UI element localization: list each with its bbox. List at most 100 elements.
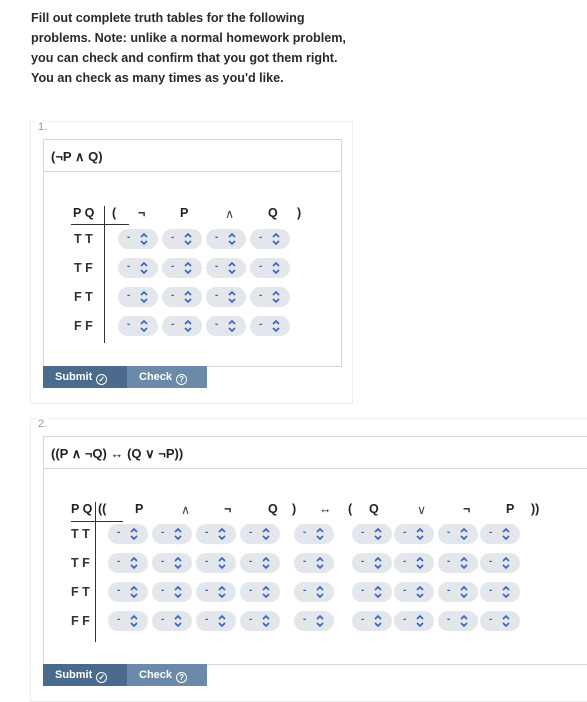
truth-value-select[interactable]: - bbox=[480, 524, 520, 544]
truth-value-select[interactable]: - bbox=[206, 316, 246, 336]
truth-value-select[interactable]: - bbox=[162, 258, 202, 278]
help-circle-icon: ? bbox=[176, 374, 188, 385]
chevron-updown-icon bbox=[218, 585, 226, 599]
truth-value-select[interactable]: - bbox=[118, 229, 158, 249]
truth-value-select[interactable]: - bbox=[240, 553, 280, 573]
truth-value-select[interactable]: - bbox=[152, 582, 192, 602]
submit-button[interactable]: Submit ✓ bbox=[43, 366, 127, 388]
chevron-updown-icon bbox=[460, 527, 468, 541]
select-value: - bbox=[127, 319, 131, 330]
instructions-text: Fill out complete truth tables for the f… bbox=[31, 11, 346, 85]
chevron-updown-icon bbox=[184, 232, 192, 246]
truth-value-select[interactable]: - bbox=[108, 611, 148, 631]
chevron-updown-icon bbox=[272, 319, 280, 333]
truth-value-select[interactable]: - bbox=[162, 287, 202, 307]
select-value: - bbox=[403, 614, 407, 625]
truth-value-select[interactable]: - bbox=[394, 524, 434, 544]
truth-value-select[interactable]: - bbox=[206, 258, 246, 278]
truth-value-select[interactable]: - bbox=[294, 524, 334, 544]
truth-value-select[interactable]: - bbox=[152, 553, 192, 573]
truth-value-select[interactable]: - bbox=[480, 553, 520, 573]
truth-table-card: (¬P ∧ Q) P Q ( ¬ P ∧ Q ) T T----T F----F… bbox=[43, 139, 342, 367]
check-button[interactable]: Check? bbox=[127, 664, 207, 686]
check-button[interactable]: Check? bbox=[127, 366, 207, 388]
chevron-updown-icon bbox=[130, 556, 138, 570]
select-value: - bbox=[249, 585, 253, 596]
help-circle-icon: ? bbox=[176, 672, 188, 683]
truth-value-select[interactable]: - bbox=[394, 553, 434, 573]
select-value: - bbox=[361, 527, 365, 538]
truth-value-select[interactable]: - bbox=[196, 553, 236, 573]
truth-value-select[interactable]: - bbox=[438, 524, 478, 544]
truth-value-select[interactable]: - bbox=[196, 611, 236, 631]
truth-value-select[interactable]: - bbox=[352, 524, 392, 544]
truth-value-select[interactable]: - bbox=[196, 524, 236, 544]
truth-value-select[interactable]: - bbox=[206, 229, 246, 249]
truth-value-select[interactable]: - bbox=[294, 611, 334, 631]
truth-value-select[interactable]: - bbox=[162, 229, 202, 249]
truth-value-select[interactable]: - bbox=[438, 611, 478, 631]
truth-value-select[interactable]: - bbox=[118, 287, 158, 307]
select-value: - bbox=[489, 614, 493, 625]
chevron-updown-icon bbox=[316, 585, 324, 599]
select-value: - bbox=[249, 556, 253, 567]
chevron-updown-icon bbox=[140, 319, 148, 333]
chevron-updown-icon bbox=[316, 614, 324, 628]
truth-value-select[interactable]: - bbox=[206, 287, 246, 307]
truth-value-select[interactable]: - bbox=[108, 553, 148, 573]
truth-value-select[interactable]: - bbox=[352, 582, 392, 602]
chevron-updown-icon bbox=[460, 585, 468, 599]
truth-value-select[interactable]: - bbox=[152, 611, 192, 631]
header-symbol: ∧ bbox=[225, 207, 235, 221]
row-values: T F bbox=[71, 556, 90, 570]
select-value: - bbox=[127, 261, 131, 272]
truth-value-select[interactable]: - bbox=[438, 553, 478, 573]
truth-value-select[interactable]: - bbox=[240, 582, 280, 602]
chevron-updown-icon bbox=[416, 614, 424, 628]
submit-button[interactable]: Submit ✓ bbox=[43, 664, 127, 686]
header-symbol: ∧ bbox=[181, 503, 191, 517]
truth-value-select[interactable]: - bbox=[250, 316, 290, 336]
truth-value-select[interactable]: - bbox=[294, 553, 334, 573]
truth-value-select[interactable]: - bbox=[480, 611, 520, 631]
check-circle-icon: ✓ bbox=[96, 672, 108, 683]
truth-value-select[interactable]: - bbox=[250, 229, 290, 249]
header-divider bbox=[71, 224, 129, 225]
chevron-updown-icon bbox=[374, 585, 382, 599]
truth-value-select[interactable]: - bbox=[162, 316, 202, 336]
select-value: - bbox=[171, 319, 175, 330]
truth-value-select[interactable]: - bbox=[438, 582, 478, 602]
truth-value-select[interactable]: - bbox=[352, 611, 392, 631]
chevron-updown-icon bbox=[502, 585, 510, 599]
select-value: - bbox=[259, 261, 263, 272]
truth-value-select[interactable]: - bbox=[352, 553, 392, 573]
select-value: - bbox=[117, 527, 121, 538]
truth-value-select[interactable]: - bbox=[294, 582, 334, 602]
chevron-updown-icon bbox=[502, 556, 510, 570]
truth-value-select[interactable]: - bbox=[250, 287, 290, 307]
select-value: - bbox=[447, 614, 451, 625]
chevron-updown-icon bbox=[140, 232, 148, 246]
truth-value-select[interactable]: - bbox=[118, 316, 158, 336]
chevron-updown-icon bbox=[316, 556, 324, 570]
truth-value-select[interactable]: - bbox=[108, 582, 148, 602]
select-value: - bbox=[403, 585, 407, 596]
truth-value-select[interactable]: - bbox=[480, 582, 520, 602]
truth-value-select[interactable]: - bbox=[118, 258, 158, 278]
truth-value-select[interactable]: - bbox=[250, 258, 290, 278]
chevron-updown-icon bbox=[262, 614, 270, 628]
row-values: T T bbox=[71, 527, 90, 541]
truth-value-select[interactable]: - bbox=[240, 524, 280, 544]
select-value: - bbox=[171, 232, 175, 243]
truth-value-select[interactable]: - bbox=[196, 582, 236, 602]
truth-value-select[interactable]: - bbox=[394, 611, 434, 631]
select-value: - bbox=[361, 614, 365, 625]
header-divider bbox=[71, 521, 123, 522]
truth-value-select[interactable]: - bbox=[394, 582, 434, 602]
truth-value-select[interactable]: - bbox=[240, 611, 280, 631]
truth-value-select[interactable]: - bbox=[108, 524, 148, 544]
select-value: - bbox=[361, 556, 365, 567]
select-value: - bbox=[161, 556, 165, 567]
truth-value-select[interactable]: - bbox=[152, 524, 192, 544]
select-value: - bbox=[161, 614, 165, 625]
